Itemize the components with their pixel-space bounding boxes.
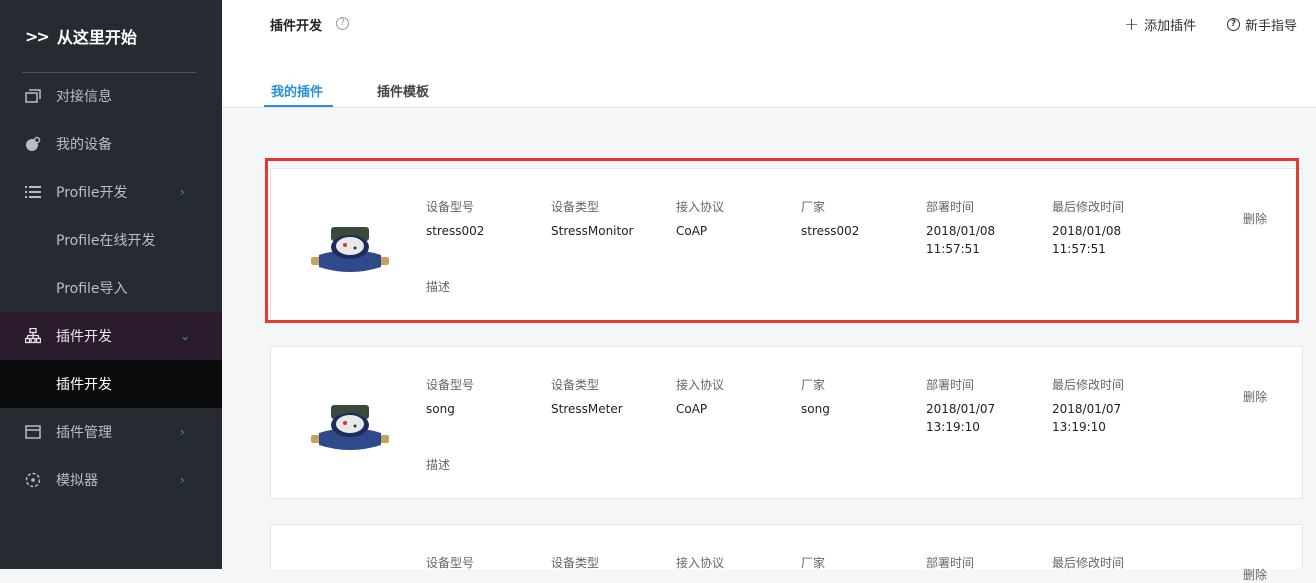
deploy-clock: 13:19:10 bbox=[926, 420, 980, 434]
field-label: 设备型号 bbox=[426, 556, 475, 570]
field-label: 最后修改时间 bbox=[1052, 378, 1125, 392]
add-plugin-label: 添加插件 bbox=[1144, 19, 1197, 34]
org-chart-icon bbox=[24, 327, 42, 345]
sidebar-item-label: 我的设备 bbox=[56, 137, 112, 153]
tab-plugin-templates[interactable]: 插件模板 bbox=[377, 81, 429, 100]
tab-my-plugins[interactable]: 我的插件 bbox=[271, 81, 323, 100]
chevron-right-icon: › bbox=[180, 473, 185, 487]
field-model: 设备型号 song bbox=[426, 376, 474, 418]
guide-label: 新手指导 bbox=[1245, 19, 1298, 34]
field-label: 接入协议 bbox=[676, 556, 725, 570]
field-model: 设备型号 bbox=[426, 554, 474, 571]
sidebar-item-label: Profile开发 bbox=[56, 185, 128, 201]
sidebar-item-plugin-dev[interactable]: 插件开发 ⌄ bbox=[0, 312, 222, 360]
header: 插件开发 ? + 添加插件 ? 新手指导 bbox=[222, 0, 1316, 49]
field-value: StressMeter bbox=[551, 402, 623, 416]
device-icon bbox=[24, 135, 42, 153]
sidebar-item-label: Profile导入 bbox=[56, 281, 128, 297]
field-type: 设备类型 StressMeter bbox=[551, 376, 623, 418]
field-label: 接入协议 bbox=[676, 378, 725, 392]
window-icon bbox=[24, 87, 42, 105]
plus-icon: + bbox=[1124, 14, 1140, 35]
field-value: CoAP bbox=[676, 402, 708, 416]
sidebar-item-label: 插件管理 bbox=[56, 425, 112, 441]
question-icon: ? bbox=[1227, 18, 1240, 31]
help-icon[interactable]: ? bbox=[336, 17, 349, 30]
brand[interactable]: >> 从这里开始 bbox=[25, 24, 137, 48]
field-label: 部署时间 bbox=[926, 556, 975, 570]
field-label: 最后修改时间 bbox=[1052, 556, 1125, 570]
description-label: 描述 bbox=[426, 458, 451, 472]
chevron-right-icon: › bbox=[180, 185, 185, 199]
add-plugin-button[interactable]: + 添加插件 bbox=[1124, 14, 1197, 35]
sidebar-item-label: 对接信息 bbox=[56, 89, 112, 105]
field-label: 厂家 bbox=[801, 556, 826, 570]
panel-icon bbox=[24, 423, 42, 441]
sidebar-subitem-profile-online[interactable]: Profile在线开发 bbox=[0, 216, 222, 264]
chevron-down-icon: ⌄ bbox=[180, 329, 191, 343]
list-icon bbox=[24, 183, 42, 201]
sidebar-subitem-profile-import[interactable]: Profile导入 bbox=[0, 264, 222, 312]
field-deploy-time: 部署时间 2018/01/07 13:19:10 bbox=[926, 376, 995, 436]
sidebar-item-profile-dev[interactable]: Profile开发 › bbox=[0, 168, 222, 216]
field-value: song bbox=[426, 402, 455, 416]
field-modify-time: 最后修改时间 bbox=[1052, 554, 1124, 571]
sidebar-item-my-devices[interactable]: 我的设备 bbox=[0, 120, 222, 168]
delete-button[interactable]: 删除 bbox=[1243, 388, 1267, 405]
brand-label: 从这里开始 bbox=[56, 28, 137, 47]
chevron-right-icon: › bbox=[180, 425, 185, 439]
guide-button[interactable]: ? 新手指导 bbox=[1227, 15, 1297, 34]
field-type: 设备类型 bbox=[551, 554, 599, 571]
deploy-date: 2018/01/07 bbox=[926, 402, 996, 416]
sidebar: >> 从这里开始 对接信息 我的设备 Profile开发 › Profile在线… bbox=[0, 0, 222, 569]
field-label: 厂家 bbox=[801, 378, 826, 392]
field-value: 2018/01/07 13:19:10 bbox=[1052, 400, 1124, 436]
field-value: song bbox=[801, 402, 830, 416]
tabs-bar: 我的插件 插件模板 bbox=[222, 48, 1316, 108]
field-modify-time: 最后修改时间 2018/01/07 13:19:10 bbox=[1052, 376, 1124, 436]
page-title: 插件开发 bbox=[270, 19, 323, 34]
sidebar-item-label: 插件开发 bbox=[56, 377, 112, 393]
selection-highlight bbox=[265, 158, 1299, 323]
plugin-card[interactable]: 设备型号 设备类型 接入协议 厂家 部署时间 最后修改时间 删除 bbox=[270, 524, 1303, 582]
field-vendor: 厂家 bbox=[801, 554, 825, 571]
sidebar-item-plugin-mgmt[interactable]: 插件管理 › bbox=[0, 408, 222, 456]
active-tab-indicator bbox=[264, 105, 333, 107]
sidebar-item-docking-info[interactable]: 对接信息 bbox=[0, 72, 222, 120]
field-label: 设备类型 bbox=[551, 378, 600, 392]
simulator-icon bbox=[24, 471, 42, 489]
field-protocol: 接入协议 CoAP bbox=[676, 376, 724, 418]
field-vendor: 厂家 song bbox=[801, 376, 830, 418]
field-label: 设备型号 bbox=[426, 378, 475, 392]
double-chevron-icon: >> bbox=[25, 26, 50, 46]
modify-clock: 13:19:10 bbox=[1052, 420, 1106, 434]
sidebar-item-simulator[interactable]: 模拟器 › bbox=[0, 456, 222, 504]
field-label: 设备类型 bbox=[551, 556, 600, 570]
sidebar-item-label: 插件开发 bbox=[56, 329, 112, 345]
sidebar-item-label: Profile在线开发 bbox=[56, 233, 156, 249]
modify-date: 2018/01/07 bbox=[1052, 402, 1122, 416]
field-label: 部署时间 bbox=[926, 378, 975, 392]
plugin-card[interactable]: 设备型号 song 设备类型 StressMeter 接入协议 CoAP 厂家 … bbox=[270, 346, 1303, 499]
field-protocol: 接入协议 bbox=[676, 554, 724, 571]
field-value: 2018/01/07 13:19:10 bbox=[926, 400, 995, 436]
water-meter-image bbox=[311, 405, 389, 450]
sidebar-item-label: 模拟器 bbox=[56, 473, 98, 489]
field-deploy-time: 部署时间 bbox=[926, 554, 974, 571]
sidebar-subitem-plugin-dev[interactable]: 插件开发 bbox=[0, 360, 222, 408]
